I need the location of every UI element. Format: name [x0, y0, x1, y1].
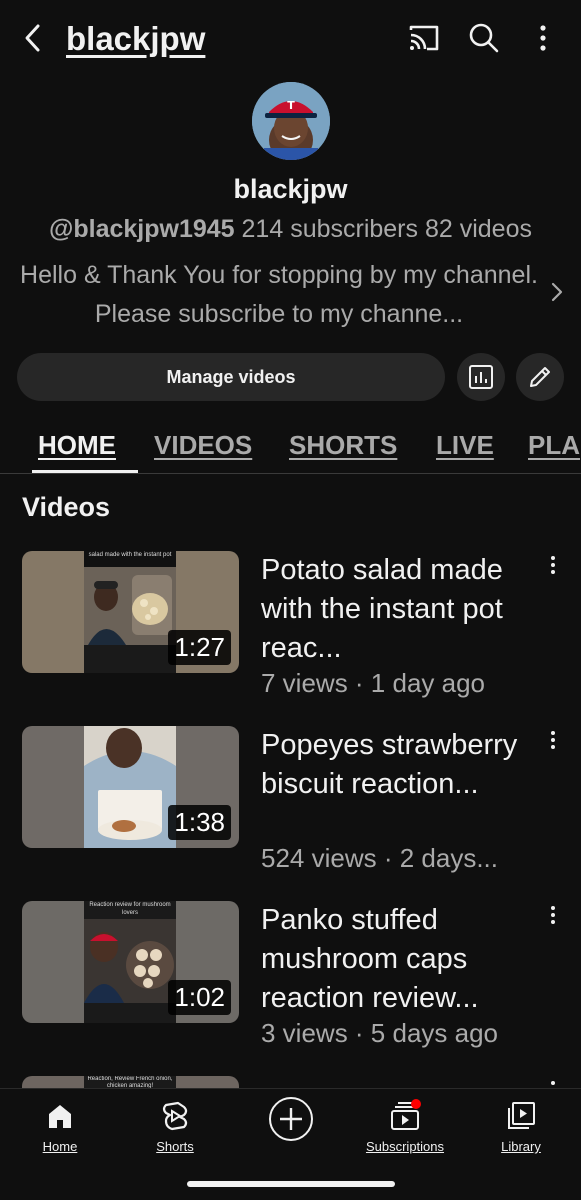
more-vert-icon[interactable] — [544, 553, 562, 577]
video-row[interactable]: Reaction review for mushroom lovers 1:02… — [0, 901, 581, 1061]
video-thumbnail[interactable]: Reaction, Review French onion, chicken a… — [22, 1076, 239, 1088]
channel-title: blackjpw — [66, 20, 206, 57]
edit-channel-button[interactable] — [516, 353, 564, 401]
chevron-right-icon[interactable] — [547, 280, 567, 304]
video-duration: 1:27 — [168, 630, 231, 665]
analytics-icon — [469, 365, 493, 389]
tab-videos[interactable]: VIDEOS — [154, 430, 252, 461]
search-icon[interactable] — [466, 20, 502, 56]
video-meta: 7 views · 1 day ago — [261, 668, 486, 698]
create-icon — [269, 1097, 313, 1141]
video-row[interactable]: Reaction, Review French onion, chicken a… — [0, 1076, 581, 1088]
thumbnail-caption: Reaction, Review French onion, chicken a… — [87, 1076, 173, 1088]
nav-library[interactable]: Library — [466, 1099, 576, 1154]
nav-subscriptions[interactable]: Subscriptions — [350, 1099, 460, 1154]
channel-name: blackjpw — [233, 174, 348, 204]
tab-shorts[interactable]: SHORTS — [289, 430, 397, 461]
svg-text:T: T — [287, 99, 295, 112]
nav-label: Shorts — [156, 1139, 194, 1154]
thumbnail-caption: salad made with the instant pot — [88, 552, 172, 558]
tab-live[interactable]: LIVE — [436, 430, 494, 461]
more-vert-icon[interactable] — [544, 1078, 562, 1088]
video-meta: 524 views · 2 days... — [261, 843, 498, 873]
thumbnail-image — [84, 901, 176, 1023]
channel-handle: @blackjpw1945 — [48, 215, 235, 243]
home-indicator-bar — [187, 1181, 395, 1187]
thumbnail-image — [84, 726, 176, 848]
video-thumbnail[interactable]: 1:38 — [22, 726, 239, 848]
video-title[interactable]: Potato salad made with the instant pot r… — [261, 551, 531, 668]
channel-description[interactable]: Hello & Thank You for stopping by my cha… — [14, 256, 544, 334]
nav-label: Library — [501, 1139, 541, 1154]
nav-home[interactable]: Home — [5, 1099, 115, 1154]
cast-icon[interactable] — [406, 20, 442, 56]
channel-tabs: HOME VIDEOS SHORTS LIVE PLA — [0, 420, 581, 474]
notification-dot — [411, 1099, 421, 1109]
video-title[interactable]: Popeyes strawberry biscuit reaction... — [261, 726, 531, 804]
video-meta: 3 views · 5 days ago — [261, 1018, 499, 1048]
home-icon — [49, 1105, 71, 1128]
pencil-icon — [530, 367, 550, 387]
section-title: Videos — [22, 492, 111, 522]
thumbnail-caption: Reaction review for mushroom lovers — [89, 902, 171, 916]
subscriber-count: 214 subscribers — [241, 215, 419, 243]
tab-playlists[interactable]: PLA — [528, 430, 580, 461]
nav-shorts[interactable]: Shorts — [120, 1099, 230, 1154]
nav-label: Home — [42, 1139, 78, 1154]
top-app-bar: blackjpw — [0, 0, 581, 78]
video-count: 82 videos — [424, 215, 532, 243]
analytics-button[interactable] — [457, 353, 505, 401]
channel-avatar[interactable]: T — [252, 82, 330, 160]
manage-videos-button[interactable]: Manage videos — [17, 353, 445, 401]
back-icon[interactable] — [20, 22, 48, 54]
more-vert-icon[interactable] — [544, 903, 562, 927]
more-icon[interactable] — [525, 20, 561, 56]
tab-home[interactable]: HOME — [38, 430, 116, 461]
library-icon — [508, 1102, 535, 1129]
thumbnail-image — [84, 551, 176, 673]
more-vert-icon[interactable] — [544, 728, 562, 752]
subscriptions-icon — [391, 1099, 421, 1130]
video-duration: 1:02 — [168, 980, 231, 1015]
nav-create[interactable] — [236, 1095, 346, 1143]
video-row[interactable]: 1:38 Popeyes strawberry biscuit reaction… — [0, 726, 581, 886]
video-title[interactable]: Panko stuffed mushroom caps reaction rev… — [261, 901, 531, 1018]
channel-meta: @blackjpw1945 214 subscribers 82 videos — [0, 215, 581, 244]
video-duration: 1:38 — [168, 805, 231, 840]
video-thumbnail[interactable]: salad made with the instant pot 1:27 — [22, 551, 239, 673]
active-tab-indicator — [32, 470, 138, 473]
shorts-icon — [162, 1101, 188, 1131]
video-thumbnail[interactable]: Reaction review for mushroom lovers 1:02 — [22, 901, 239, 1023]
video-row[interactable]: salad made with the instant pot 1:27 Pot… — [0, 551, 581, 711]
nav-label: Subscriptions — [365, 1139, 445, 1154]
